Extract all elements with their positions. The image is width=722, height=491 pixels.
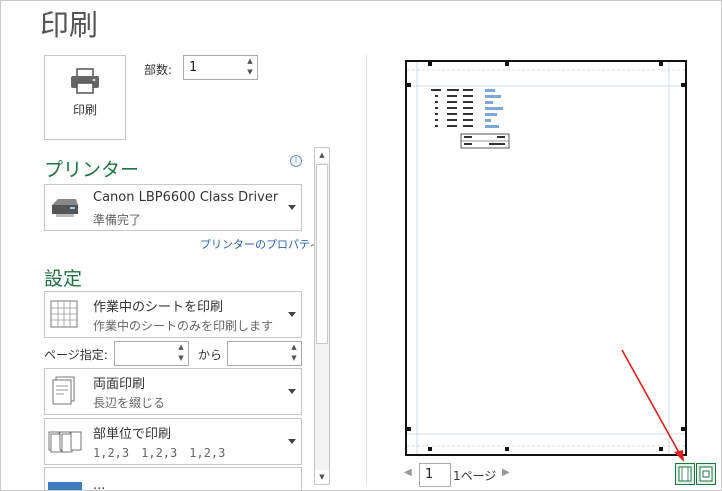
printer-name: Canon LBP6600 Class Driver (93, 190, 279, 205)
printer-properties-link[interactable]: プリンターのプロパティ (200, 236, 320, 252)
duplex-page-icon (52, 376, 75, 405)
orientation-main-partial: ... (93, 478, 106, 490)
chevron-down-icon (288, 311, 296, 317)
copies-label: 部数: (144, 63, 173, 77)
pages-to-input[interactable]: ▲ ▼ (227, 341, 302, 366)
settings-scrollbar[interactable]: ▲ ▼ (314, 147, 330, 485)
pages-label: ページ指定: (44, 348, 108, 362)
scroll-up-button[interactable]: ▲ (315, 148, 329, 162)
copies-increment-button[interactable]: ▲ (243, 56, 257, 67)
duplex-main: 両面印刷 (93, 377, 146, 392)
annotation-arrow (621, 349, 684, 462)
panel-divider (366, 55, 367, 485)
orientation-dropdown-partial[interactable]: ... (44, 467, 302, 490)
pages-to-label: から (198, 348, 223, 362)
info-icon[interactable]: i (290, 155, 302, 167)
collate-dropdown[interactable]: 部単位で印刷 1,2,3 1,2,3 1,2,3 (44, 418, 302, 465)
laser-printer-icon (52, 199, 78, 217)
chevron-down-icon (288, 438, 296, 444)
sheet-grid-icon (50, 300, 78, 328)
duplex-sub: 長辺を綴じる (93, 396, 166, 410)
scroll-down-button[interactable]: ▼ (315, 470, 329, 484)
page-title: 印刷 (40, 8, 99, 42)
printer-dropdown[interactable]: Canon LBP6600 Class Driver 準備完了 (44, 184, 302, 231)
print-what-sub: 作業中のシートのみを印刷します (93, 319, 274, 333)
printer-icon (71, 68, 99, 94)
page-number-value: 1 (425, 467, 434, 482)
pages-to-decrement-button[interactable]: ▼ (287, 353, 301, 364)
collate-icon (48, 431, 82, 453)
pages-from-increment-button[interactable]: ▲ (174, 342, 188, 353)
chevron-down-icon (288, 204, 296, 210)
next-page-button[interactable]: ▶ (502, 467, 510, 478)
collate-main: 部単位で印刷 (93, 427, 172, 442)
pages-from-input[interactable]: ▲ ▼ (114, 341, 189, 366)
copies-decrement-button[interactable]: ▼ (243, 67, 257, 78)
collate-sub: 1,2,3 1,2,3 1,2,3 (93, 446, 226, 460)
copies-stepper[interactable]: 1 ▲ ▼ (183, 55, 258, 80)
page-count-label: 1ページ (453, 469, 497, 483)
scroll-thumb[interactable] (316, 164, 328, 344)
pages-from-decrement-button[interactable]: ▼ (174, 353, 188, 364)
printer-status: 準備完了 (93, 213, 142, 227)
print-button-label: 印刷 (72, 103, 97, 117)
pages-to-increment-button[interactable]: ▲ (287, 342, 301, 353)
print-what-dropdown[interactable]: 作業中のシートを印刷 作業中のシートのみを印刷します (44, 291, 302, 338)
print-what-main: 作業中のシートを印刷 (93, 300, 224, 315)
page-number-input[interactable]: 1 (419, 463, 451, 487)
orientation-icon (48, 482, 82, 490)
chevron-down-icon (288, 388, 296, 394)
settings-section-title: 設定 (44, 268, 83, 290)
duplex-dropdown[interactable]: 両面印刷 長辺を綴じる (44, 368, 302, 415)
printer-section-title: プリンター (44, 159, 140, 181)
print-button[interactable]: 印刷 (44, 55, 126, 140)
copies-value: 1 (189, 60, 198, 75)
previous-page-button[interactable]: ◀ (404, 467, 412, 478)
